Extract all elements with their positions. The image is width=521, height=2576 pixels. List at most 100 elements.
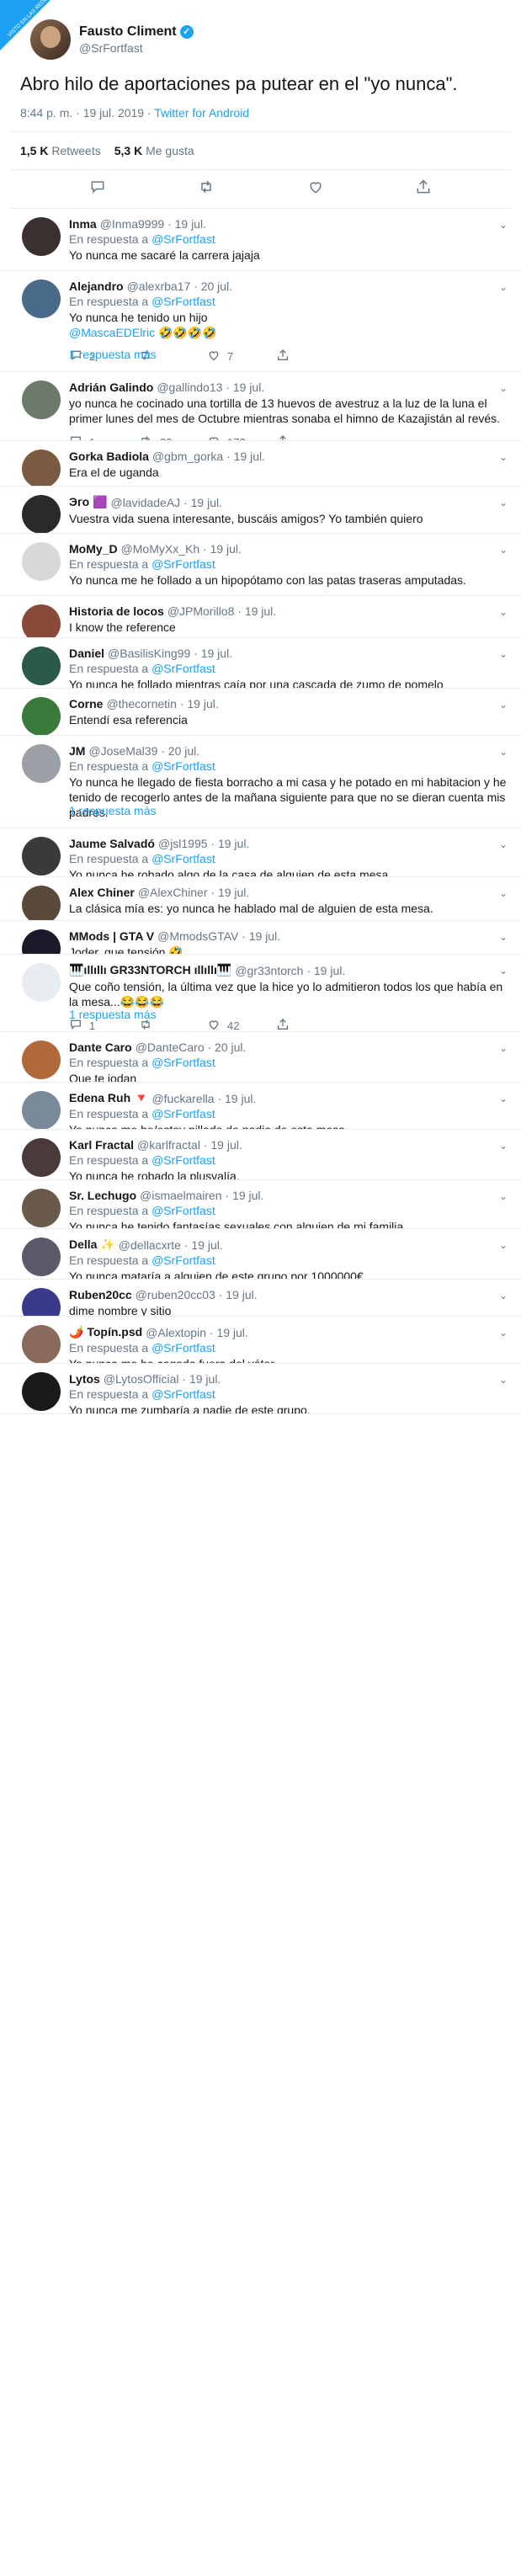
reply-tweet[interactable]: ⌄ Alex Chiner @AlexChiner · 19 jul. La clás… <box>0 877 521 921</box>
reply-author-name[interactable]: Edena Ruh 🔻 <box>69 1091 148 1105</box>
avatar[interactable] <box>22 963 61 1002</box>
like-icon[interactable] <box>307 178 324 198</box>
avatar[interactable] <box>22 1041 61 1079</box>
reply-author-handle[interactable]: @dellacxrte · 19 jul. <box>119 1238 223 1252</box>
share-button[interactable] <box>276 1018 345 1031</box>
chevron-down-icon[interactable]: ⌄ <box>499 382 508 394</box>
avatar[interactable] <box>22 647 61 685</box>
reply-tweet[interactable]: ⌄ Alejandro @alexrba17 · 20 jul. En respues… <box>0 271 521 372</box>
reply-tweet[interactable]: ⌄ 🎹ıllıllı GR33NTORCH ıllıllı🎹 @gr33ntorch… <box>0 955 521 1032</box>
mention-link[interactable]: @SrFortfast <box>152 1387 215 1401</box>
reply-author-name[interactable]: Sr. Lechugo <box>69 1189 136 1202</box>
chevron-down-icon[interactable]: ⌄ <box>499 1327 508 1339</box>
mention-link[interactable]: @SrFortfast <box>152 1204 215 1217</box>
retweet-button[interactable]: 22 <box>138 434 207 440</box>
avatar[interactable] <box>22 1325 61 1363</box>
avatar[interactable] <box>22 217 61 256</box>
tweet-time[interactable]: 8:44 p. m. · 19 jul. 2019 · <box>20 106 154 120</box>
like-stat[interactable]: 5,3 K Me gusta <box>114 144 194 157</box>
reply-author-handle[interactable]: @ruben20cc03 · 19 jul. <box>136 1288 258 1301</box>
mention-link[interactable]: @SrFortfast <box>152 759 215 773</box>
like-button[interactable]: 42 <box>207 1018 276 1031</box>
avatar[interactable] <box>22 1189 61 1227</box>
reply-author-name[interactable]: Historia de locos <box>69 604 164 618</box>
more-replies-link[interactable]: 1 respuesta más <box>69 804 157 817</box>
avatar[interactable] <box>22 604 61 637</box>
mention-link[interactable]: @SrFortfast <box>152 1253 215 1267</box>
tweet-source-link[interactable]: Twitter for Android <box>154 106 249 120</box>
reply-author-name[interactable]: Karl Fractal <box>69 1138 134 1152</box>
avatar[interactable] <box>22 1288 61 1316</box>
reply-author-handle[interactable]: @fuckarella · 19 jul. <box>152 1092 256 1105</box>
reply-author-name[interactable]: Gorka Badiola <box>69 450 149 463</box>
chevron-down-icon[interactable]: ⌄ <box>499 887 508 899</box>
avatar[interactable] <box>22 1091 61 1129</box>
chevron-down-icon[interactable]: ⌄ <box>499 699 508 711</box>
chevron-down-icon[interactable]: ⌄ <box>499 497 508 508</box>
reply-author-handle[interactable]: @gallindo13 · 19 jul. <box>157 381 264 394</box>
reply-author-name[interactable]: Dante Caro <box>69 1041 132 1054</box>
mention-link[interactable]: @SrFortfast <box>152 232 215 246</box>
chevron-down-icon[interactable]: ⌄ <box>499 1042 508 1054</box>
chevron-down-icon[interactable]: ⌄ <box>499 281 508 293</box>
mention-link[interactable]: @SrFortfast <box>152 1341 215 1355</box>
reply-tweet[interactable]: ⌄ Edena Ruh 🔻 @fuckarella · 19 jul. En resp… <box>0 1083 521 1130</box>
avatar[interactable] <box>22 1372 61 1411</box>
reply-author-handle[interactable]: @thecornetin · 19 jul. <box>106 697 218 711</box>
reply-author-name[interactable]: JM <box>69 744 85 758</box>
reply-tweet[interactable]: ⌄ Jaume Salvadó @jsl1995 · 19 jul. En respu… <box>0 828 521 877</box>
reply-author-name[interactable]: Alex Chiner <box>69 886 135 899</box>
chevron-down-icon[interactable]: ⌄ <box>499 1093 508 1104</box>
avatar[interactable] <box>22 495 61 533</box>
chevron-down-icon[interactable]: ⌄ <box>499 1374 508 1386</box>
reply-author-handle[interactable]: @JPMorillo8 · 19 jul. <box>167 604 276 618</box>
chevron-down-icon[interactable]: ⌄ <box>499 931 508 943</box>
reply-tweet[interactable]: ⌄ Adrián Galindo @gallindo13 · 19 jul. yo n… <box>0 372 521 441</box>
reply-tweet[interactable]: ⌄ Dante Caro @DanteCaro · 20 jul. En respue… <box>0 1032 521 1083</box>
like-button[interactable]: 7 <box>207 349 276 365</box>
reply-tweet[interactable]: ⌄ MoMy_D @MoMyXx_Kh · 19 jul. En respuesta … <box>0 534 521 596</box>
reply-icon[interactable] <box>89 178 106 198</box>
avatar[interactable] <box>30 19 71 60</box>
share-icon[interactable] <box>415 178 432 198</box>
chevron-down-icon[interactable]: ⌄ <box>499 544 508 556</box>
reply-author-handle[interactable]: @jsl1995 · 19 jul. <box>158 837 249 850</box>
chevron-down-icon[interactable]: ⌄ <box>499 219 508 231</box>
reply-author-handle[interactable]: @DanteCaro · 20 jul. <box>136 1041 247 1054</box>
chevron-down-icon[interactable]: ⌄ <box>499 1290 508 1301</box>
reply-author-name[interactable]: Inma <box>69 217 97 231</box>
reply-author-name[interactable]: 🎹ıllıllı GR33NTORCH ıllıllı🎹 <box>69 963 231 977</box>
chevron-down-icon[interactable]: ⌄ <box>499 1140 508 1152</box>
share-button[interactable] <box>276 434 345 440</box>
reply-author-handle[interactable]: @BasilisKing99 · 19 jul. <box>108 647 232 660</box>
reply-tweet[interactable]: ⌄ Daniel @BasilisKing99 · 19 jul. En respue… <box>0 638 521 689</box>
reply-tweet[interactable]: ⌄ Della ✨ @dellacxrte · 19 jul. En respuest… <box>0 1229 521 1280</box>
reply-tweet[interactable]: ⌄ Lytos @LytosOfficial · 19 jul. En respues… <box>0 1364 521 1414</box>
avatar[interactable] <box>22 542 61 581</box>
reply-tweet[interactable]: ⌄ Sr. Lechugo @ismaelmairen · 19 jul. En re… <box>0 1180 521 1229</box>
chevron-down-icon[interactable]: ⌄ <box>499 965 508 977</box>
reply-author-name[interactable]: Corne <box>69 697 103 711</box>
reply-tweet[interactable]: ⌄ Historia de locos @JPMorillo8 · 19 jul. I… <box>0 596 521 638</box>
mention-link[interactable]: @SrFortfast <box>152 1056 215 1069</box>
more-replies-link[interactable]: 1 respuesta más <box>69 348 157 361</box>
like-button[interactable]: 173 <box>207 434 276 440</box>
chevron-down-icon[interactable]: ⌄ <box>499 451 508 463</box>
reply-author-name[interactable]: 🌶️ Topín.psd <box>69 1325 142 1339</box>
reply-tweet[interactable]: ⌄ Эго 🟪 @lavidadeAJ · 19 jul. Vuestra vida … <box>0 487 521 534</box>
reply-author-handle[interactable]: @Inma9999 · 19 jul. <box>100 217 206 231</box>
chevron-down-icon[interactable]: ⌄ <box>499 746 508 758</box>
avatar[interactable] <box>22 1138 61 1177</box>
reply-author-handle[interactable]: @gr33ntorch · 19 jul. <box>235 964 345 977</box>
retweet-icon[interactable] <box>197 178 215 198</box>
reply-author-name[interactable]: Эго 🟪 <box>69 495 107 509</box>
reply-author-name[interactable]: Jaume Salvadó <box>69 837 155 850</box>
mention-link[interactable]: @SrFortfast <box>152 557 215 571</box>
avatar[interactable] <box>22 450 61 486</box>
chevron-down-icon[interactable]: ⌄ <box>499 838 508 850</box>
main-tweet[interactable]: Fausto Climent ✓ @SrFortfast Abro hilo de… <box>0 0 521 209</box>
avatar[interactable] <box>22 697 61 735</box>
reply-tweet[interactable]: ⌄ Karl Fractal @karlfractal · 19 jul. En re… <box>0 1130 521 1180</box>
mention-link[interactable]: @SrFortfast <box>152 1107 215 1120</box>
retweet-stat[interactable]: 1,5 K Retweets <box>20 144 101 157</box>
